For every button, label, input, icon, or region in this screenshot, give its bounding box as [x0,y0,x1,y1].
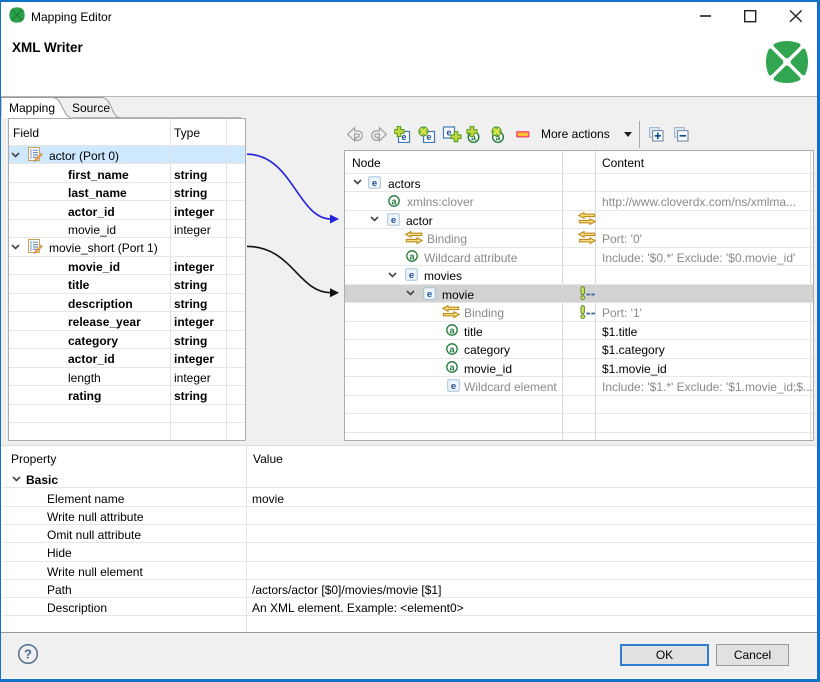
svg-text:e: e [372,177,377,188]
svg-text:e: e [391,214,396,225]
svg-text:?: ? [24,647,32,662]
svg-text:e: e [427,288,432,299]
svg-text:e: e [451,381,456,392]
svg-text:e: e [409,270,414,281]
